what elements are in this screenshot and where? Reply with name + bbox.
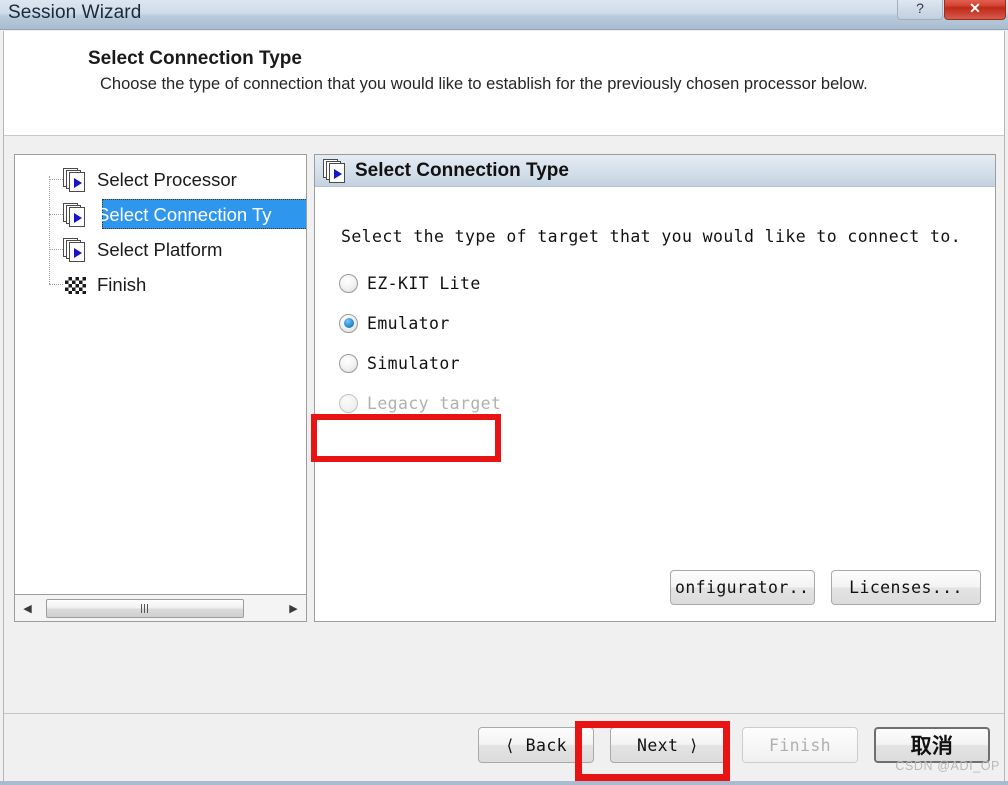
tree-item-label: Finish (97, 273, 147, 295)
radio-option-ez-kit-lite[interactable]: EZ-KIT Lite (339, 263, 759, 303)
tree-connector-stub (49, 179, 63, 180)
watermark-text: CSDN @ADI_OP (895, 759, 1000, 773)
radio-option-label: Simulator (367, 353, 461, 373)
tree-connector-stub (49, 214, 63, 215)
scrollbar-track[interactable] (40, 596, 281, 621)
radio-option-label: Emulator (367, 313, 450, 333)
radio-option-simulator[interactable]: Simulator (339, 343, 759, 383)
tree-item-select-processor[interactable]: Select Processor (15, 162, 306, 197)
footer-bar: ⟨ Back Next ⟩ Finish 取消 (4, 714, 1004, 782)
wizard-page-icon (63, 237, 89, 262)
page-title: Select Connection Type (88, 48, 302, 69)
licenses-button[interactable]: Licenses... (831, 570, 981, 605)
wizard-page-icon (63, 167, 89, 192)
radio-button-icon (339, 393, 358, 413)
radio-option-legacy-target: Legacy target (339, 383, 759, 423)
scroll-left-arrow-icon[interactable]: ◀ (15, 596, 40, 621)
close-icon: ✕ (969, 0, 981, 16)
title-bar: Session Wizard ? ✕ (0, 0, 1008, 30)
radio-button-icon[interactable] (339, 353, 358, 373)
page-subtitle: Choose the type of connection that you w… (100, 75, 868, 93)
wizard-body: Select Processor Select Connection Ty Se… (3, 135, 1005, 713)
scrollbar-thumb[interactable] (46, 598, 244, 618)
close-button[interactable]: ✕ (944, 0, 1006, 20)
radio-option-label: Legacy target (367, 393, 502, 413)
radio-option-label: EZ-KIT Lite (367, 273, 481, 293)
session-wizard-window: Session Wizard ? ✕ Select Connection Typ… (0, 0, 1008, 785)
panel-instruction-text: Select the type of target that you would… (341, 227, 962, 246)
grip-icon (140, 603, 150, 613)
panel-button-group: onfigurator.. Licenses... (670, 570, 981, 605)
tree-connector-stub (49, 284, 63, 285)
tree-item-label: Select Connection Ty (97, 203, 272, 225)
configurator-button[interactable]: onfigurator.. (670, 570, 815, 605)
footer-button-group: ⟨ Back Next ⟩ Finish 取消 (478, 727, 990, 763)
caption-button-group: ? ✕ (897, 0, 1006, 20)
cancel-button[interactable]: 取消 (874, 727, 990, 763)
checkered-flag-icon (63, 273, 89, 297)
back-button[interactable]: ⟨ Back (478, 727, 594, 763)
tree-item-label: Select Processor (97, 168, 237, 190)
radio-button-icon[interactable] (339, 273, 358, 293)
connection-type-radio-group[interactable]: EZ-KIT Lite Emulator Simulator Legacy ta… (339, 263, 759, 423)
finish-button: Finish (742, 727, 858, 763)
tree-list: Select Processor Select Connection Ty Se… (15, 162, 306, 302)
radio-option-emulator[interactable]: Emulator (339, 303, 759, 343)
connection-type-panel: Select Connection Type Select the type o… (314, 154, 996, 622)
scroll-right-arrow-icon[interactable]: ▶ (281, 596, 306, 621)
tree-item-label: Select Platform (97, 238, 223, 260)
tree-item-finish[interactable]: Finish (15, 267, 306, 302)
wizard-header: Select Connection Type Choose the type o… (3, 31, 1005, 135)
tree-connector-stub (49, 249, 63, 250)
tree-item-select-connection-type[interactable]: Select Connection Ty (15, 197, 306, 232)
tree-item-select-platform[interactable]: Select Platform (15, 232, 306, 267)
wizard-step-tree[interactable]: Select Processor Select Connection Ty Se… (14, 154, 307, 595)
wizard-page-icon (323, 158, 349, 183)
window-bottom-edge (0, 781, 1008, 785)
wizard-page-icon (63, 202, 89, 227)
tree-horizontal-scrollbar[interactable]: ◀ ▶ (14, 595, 307, 622)
radio-button-icon[interactable] (339, 313, 358, 333)
next-button[interactable]: Next ⟩ (610, 727, 726, 763)
panel-header: Select Connection Type (315, 155, 995, 187)
wizard-footer-panel: ⟨ Back Next ⟩ Finish 取消 (3, 713, 1005, 782)
window-title: Session Wizard (8, 2, 142, 23)
help-button[interactable]: ? (897, 0, 943, 20)
question-mark-icon: ? (916, 0, 924, 16)
panel-title: Select Connection Type (355, 159, 569, 181)
